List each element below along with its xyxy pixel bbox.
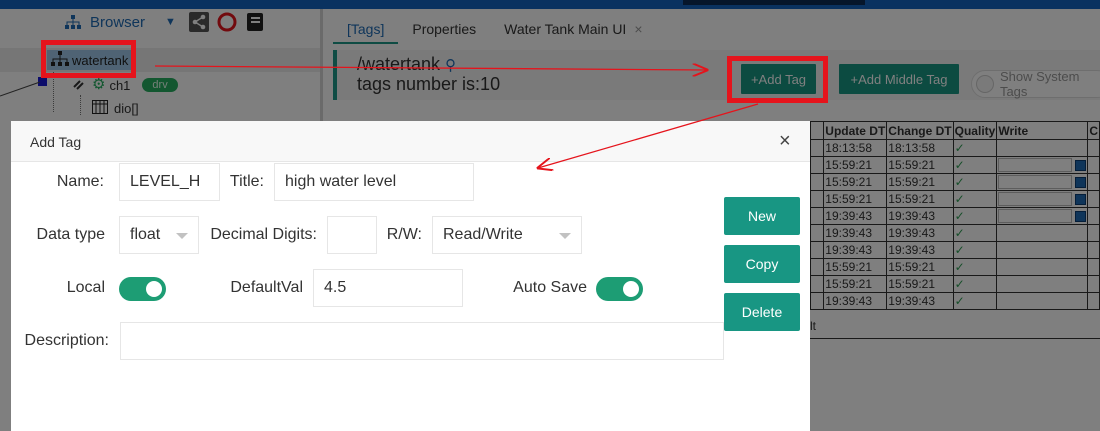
title-field[interactable]: high water level xyxy=(274,163,474,201)
chevron-down-icon xyxy=(176,233,188,239)
description-field[interactable] xyxy=(120,322,724,360)
title-label: Title: xyxy=(229,173,264,190)
decimal-digits-label: Decimal Digits: xyxy=(210,226,317,243)
name-label: Name: xyxy=(56,173,104,190)
rw-value: Read/Write xyxy=(443,226,523,243)
rw-label: R/W: xyxy=(386,226,422,243)
decimal-digits-field[interactable] xyxy=(327,216,377,254)
data-type-label: Data type xyxy=(36,226,105,243)
toggle-knob xyxy=(623,281,639,297)
auto-save-toggle[interactable] xyxy=(596,277,643,301)
data-type-select[interactable]: float xyxy=(119,216,199,254)
annotation-box-add-tag xyxy=(727,56,828,103)
local-toggle[interactable] xyxy=(119,277,166,301)
default-value-label: DefaultVal xyxy=(230,279,303,296)
default-value-field[interactable]: 4.5 xyxy=(313,269,463,307)
name-field[interactable]: LEVEL_H xyxy=(119,163,220,201)
new-button[interactable]: New xyxy=(724,197,800,235)
toggle-knob xyxy=(146,281,162,297)
rw-select[interactable]: Read/Write xyxy=(432,216,582,254)
copy-button[interactable]: Copy xyxy=(724,245,800,283)
chevron-down-icon xyxy=(559,233,571,239)
dialog-header: Add Tag × xyxy=(11,121,810,162)
delete-button[interactable]: Delete xyxy=(724,293,800,331)
annotation-box-watertank xyxy=(41,40,136,78)
description-label: Description: xyxy=(24,332,109,349)
dialog-title: Add Tag xyxy=(30,134,82,150)
add-tag-dialog: Add Tag × Name: LEVEL_H Title: high wate… xyxy=(11,121,810,431)
auto-save-label: Auto Save xyxy=(513,279,587,296)
close-icon[interactable]: × xyxy=(779,131,791,151)
local-label: Local xyxy=(66,279,105,296)
data-type-value: float xyxy=(130,226,161,243)
